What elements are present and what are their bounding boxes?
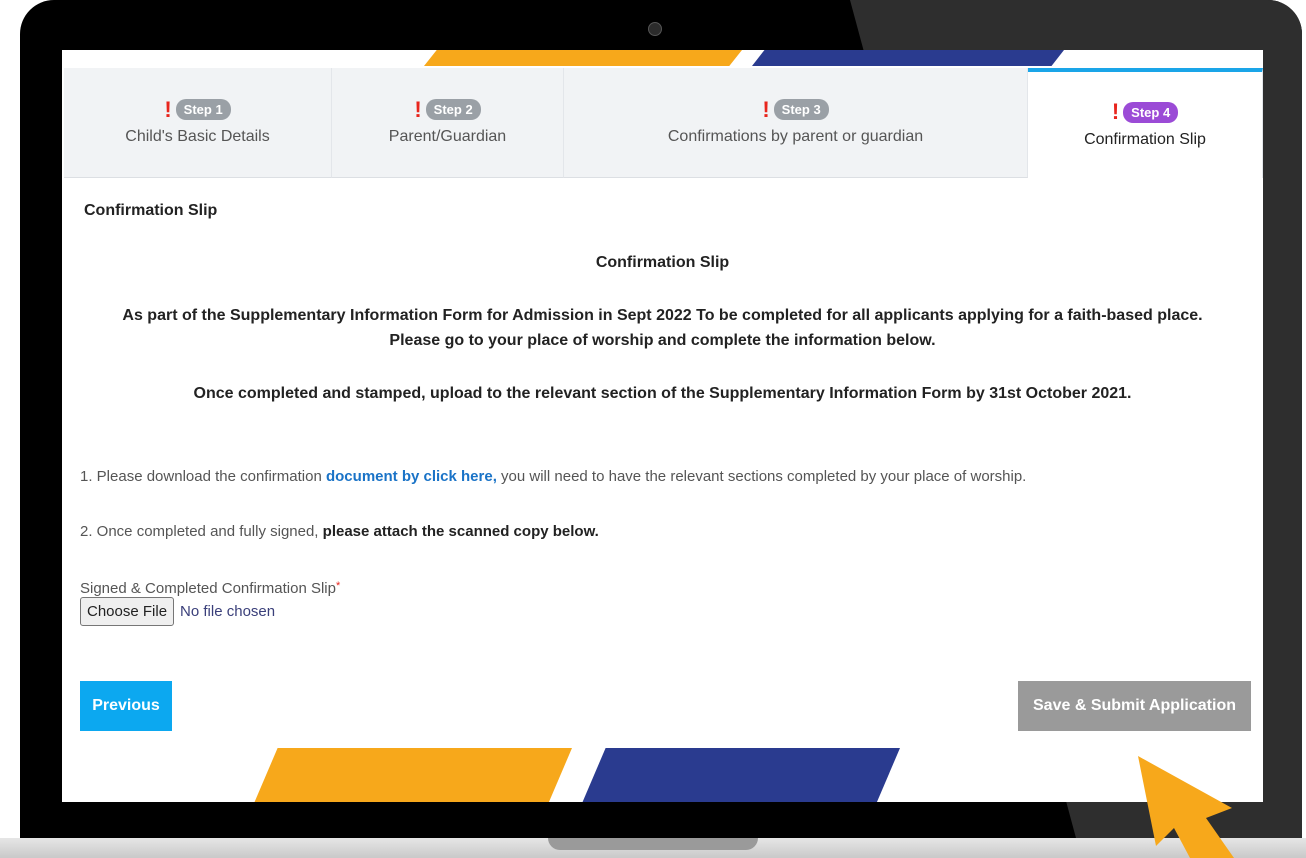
- instruction-text: you will need to have the relevant secti…: [496, 468, 1027, 485]
- tab-label: Confirmations by parent or guardian: [667, 128, 924, 145]
- choose-file-button[interactable]: Choose File: [80, 597, 175, 626]
- decor-stripe-navy-bottom: [580, 748, 900, 802]
- tab-step-1[interactable]: ! Step 1 Child's Basic Details: [64, 68, 332, 178]
- screen: ! Step 1 Child's Basic Details ! Step 2 …: [62, 50, 1263, 802]
- step-badge: Step 1: [175, 99, 231, 120]
- instruction-emphasis: please attach the scanned copy below.: [322, 523, 599, 540]
- intro-line-1: As part of the Supplementary Information…: [122, 307, 1203, 324]
- tab-label: Confirmation Slip: [1084, 130, 1206, 148]
- required-mark: *: [335, 580, 341, 592]
- tab-step-4[interactable]: ! Step 4 Confirmation Slip: [1028, 68, 1263, 178]
- instruction-text: 2. Once completed and fully signed,: [80, 523, 323, 540]
- file-upload-input: Choose File No file chosen: [80, 597, 275, 626]
- warning-icon: !: [164, 96, 172, 122]
- tab-step-2[interactable]: ! Step 2 Parent/Guardian: [332, 68, 564, 178]
- download-document-link[interactable]: document by click here,: [326, 468, 497, 485]
- upload-label-text: Signed & Completed Confirmation Slip: [80, 580, 336, 597]
- stepper-tabs: ! Step 1 Child's Basic Details ! Step 2 …: [64, 68, 1263, 178]
- step-head: ! Step 4: [1111, 99, 1179, 124]
- step-badge: Step 3: [773, 99, 829, 120]
- step-head: ! Step 1: [164, 96, 231, 122]
- intro-line-2: Please go to your place of worship and c…: [389, 332, 936, 349]
- step-badge-active: Step 4: [1123, 101, 1179, 123]
- intro-text: As part of the Supplementary Information…: [62, 303, 1263, 353]
- file-status: No file chosen: [180, 603, 276, 620]
- intro-deadline: Once completed and stamped, upload to th…: [193, 385, 1132, 402]
- section-title: Confirmation Slip: [84, 202, 218, 219]
- tab-label: Parent/Guardian: [388, 128, 507, 145]
- laptop-notch: [548, 838, 758, 850]
- step-head: ! Step 2: [414, 96, 481, 122]
- decor-stripe-navy-top: [752, 50, 1064, 66]
- instruction-2: 2. Once completed and fully signed, plea…: [80, 523, 599, 540]
- instruction-text: 1. Please download the confirmation: [80, 468, 326, 485]
- instruction-1: 1. Please download the confirmation docu…: [80, 468, 1026, 485]
- webcam: [648, 22, 662, 36]
- decor-stripe-orange-top: [424, 50, 742, 66]
- form-heading: Confirmation Slip: [595, 254, 730, 271]
- step-head: ! Step 3: [762, 96, 829, 122]
- step-badge: Step 2: [425, 99, 481, 120]
- tab-step-3[interactable]: ! Step 3 Confirmations by parent or guar…: [564, 68, 1028, 178]
- warning-icon: !: [414, 96, 422, 122]
- save-submit-button[interactable]: Save & Submit Application: [1018, 681, 1251, 731]
- decor-stripe-orange-bottom: [252, 748, 572, 802]
- warning-icon: !: [762, 96, 770, 122]
- upload-field-label: Signed & Completed Confirmation Slip*: [80, 580, 340, 597]
- tab-label: Child's Basic Details: [125, 128, 270, 145]
- previous-button[interactable]: Previous: [80, 681, 172, 731]
- warning-icon: !: [1111, 99, 1120, 124]
- pointer-arrow-icon: [1138, 756, 1234, 858]
